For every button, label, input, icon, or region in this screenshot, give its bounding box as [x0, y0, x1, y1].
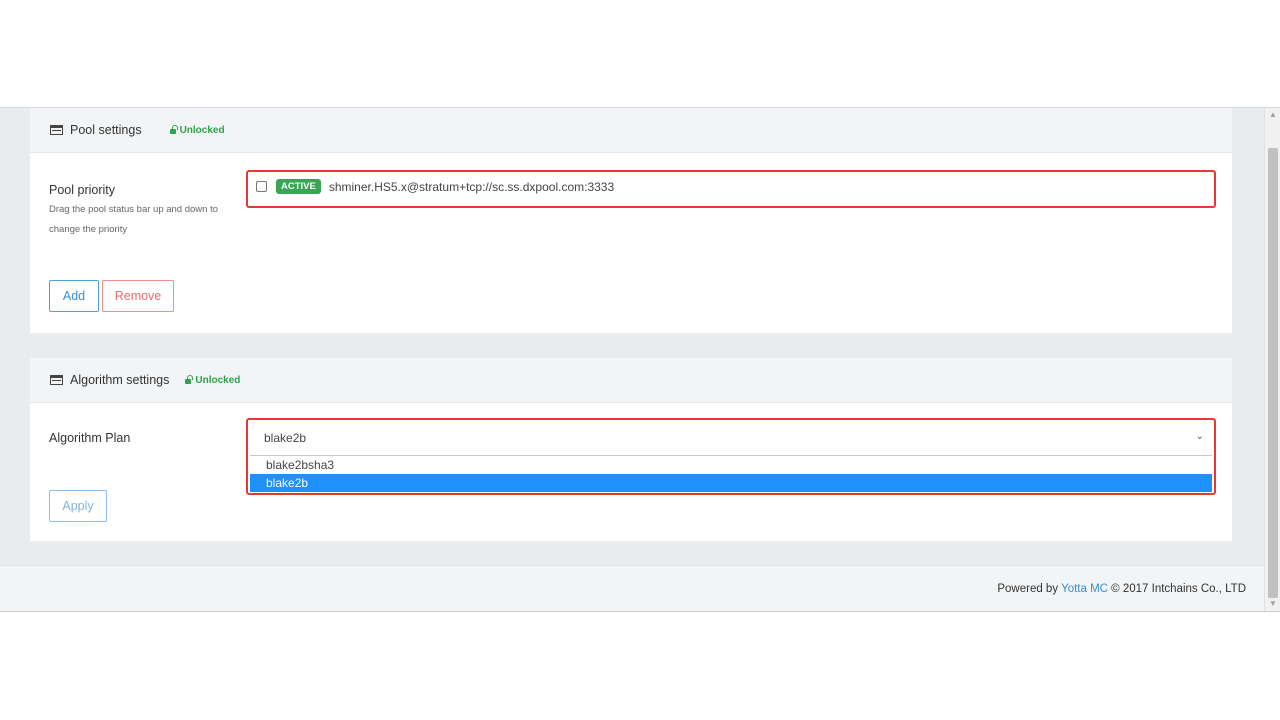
algorithm-plan-selected-value: blake2b: [264, 430, 307, 445]
remove-pool-button[interactable]: Remove: [102, 280, 174, 312]
pool-priority-label: Pool priority: [49, 183, 115, 197]
algorithm-lock-status-text: Unlocked: [195, 374, 241, 386]
pool-list-highlight: ACTIVE shminer.HS5.x@stratum+tcp://sc.ss…: [246, 170, 1216, 208]
add-pool-button[interactable]: Add: [49, 280, 99, 312]
footer-link-yotta-mc[interactable]: Yotta MC: [1061, 583, 1108, 595]
algorithm-settings-card: Algorithm settings Unlocked Algorithm Pl…: [30, 358, 1232, 541]
pool-settings-header: Pool settings Unlocked: [30, 108, 1232, 153]
page-footer: Powered by Yotta MC © 2017 Intchains Co.…: [0, 565, 1264, 611]
pool-priority-help: Drag the pool status bar up and down to …: [49, 204, 219, 235]
window-icon: [50, 375, 63, 385]
algorithm-settings-title: Algorithm settings: [70, 373, 170, 387]
page-viewport: Pool settings Unlocked Pool priority Dra…: [0, 107, 1280, 612]
pool-url: shminer.HS5.x@stratum+tcp://sc.ss.dxpool…: [328, 179, 615, 194]
pool-status-bar[interactable]: ACTIVE shminer.HS5.x@stratum+tcp://sc.ss…: [256, 179, 614, 194]
scroll-down-icon[interactable]: ▼: [1265, 597, 1280, 611]
pool-settings-title: Pool settings: [70, 123, 142, 137]
algorithm-plan-dropdown: blake2bsha3 blake2b: [250, 455, 1212, 492]
window-icon: [50, 125, 63, 135]
algorithm-select-highlight: blake2b ⌄ blake2bsha3 blake2b: [246, 418, 1216, 495]
chevron-down-icon: ⌄: [1195, 431, 1204, 442]
footer-text: Powered by Yotta MC © 2017 Intchains Co.…: [997, 583, 1246, 595]
unlock-icon: [169, 124, 178, 134]
footer-prefix: Powered by: [997, 583, 1059, 595]
pool-settings-card: Pool settings Unlocked Pool priority Dra…: [30, 108, 1232, 333]
pool-lock-status-text: Unlocked: [179, 124, 225, 136]
algorithm-plan-select[interactable]: blake2b ⌄: [250, 422, 1212, 453]
apply-button[interactable]: Apply: [49, 490, 107, 522]
pool-select-checkbox[interactable]: [256, 181, 267, 192]
vertical-scrollbar[interactable]: ▲ ▼: [1264, 108, 1280, 611]
algorithm-lock-status: Unlocked: [185, 374, 241, 386]
footer-copyright: © 2017 Intchains Co., LTD: [1111, 583, 1246, 595]
pool-status-badge: ACTIVE: [276, 179, 321, 194]
scrollbar-thumb[interactable]: [1268, 148, 1278, 598]
algorithm-option-blake2b[interactable]: blake2b: [250, 474, 1212, 492]
algorithm-plan-label: Algorithm Plan: [49, 431, 131, 445]
unlock-icon: [185, 374, 194, 384]
pool-lock-status: Unlocked: [169, 124, 225, 136]
scroll-up-icon[interactable]: ▲: [1265, 108, 1280, 122]
algorithm-settings-header: Algorithm settings Unlocked: [30, 358, 1232, 403]
algorithm-option-blake2bsha3[interactable]: blake2bsha3: [250, 456, 1212, 474]
